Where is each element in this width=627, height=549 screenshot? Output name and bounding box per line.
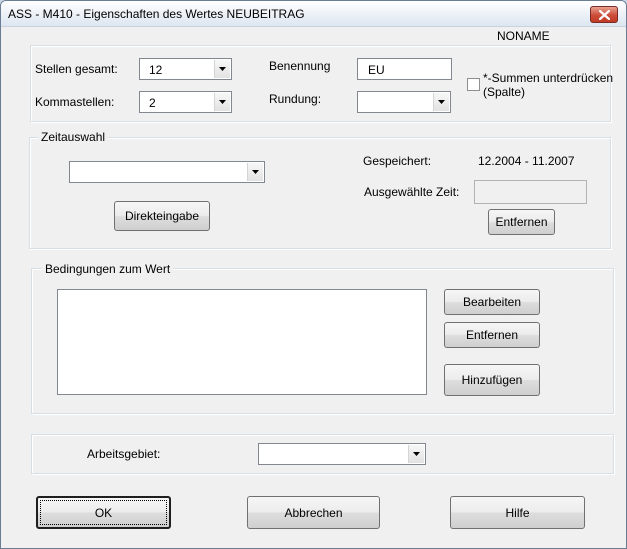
stellen-gesamt-value: 12 xyxy=(149,63,163,77)
direkteingabe-button[interactable]: Direkteingabe xyxy=(114,201,210,231)
zeit-entfernen-button[interactable]: Entfernen xyxy=(488,209,555,235)
hilfe-button[interactable]: Hilfe xyxy=(450,496,585,529)
arbeitsgebiet-dropdown-button[interactable] xyxy=(408,445,424,463)
window-title: ASS - M410 - Eigenschaften des Wertes NE… xyxy=(8,7,305,21)
kommastellen-combo[interactable]: 2 xyxy=(139,91,232,113)
stellen-gesamt-combo[interactable]: 12 xyxy=(139,58,232,80)
rundung-label: Rundung: xyxy=(269,92,322,106)
arbeitsgebiet-combo[interactable] xyxy=(258,443,426,465)
dialog-client-area: NONAME Stellen gesamt: 12 Kommastellen: … xyxy=(1,28,626,548)
ok-button[interactable]: OK xyxy=(36,496,171,529)
benennung-label: Benennung xyxy=(269,59,331,73)
abbrechen-button[interactable]: Abbrechen xyxy=(247,496,380,529)
title-bar[interactable]: ASS - M410 - Eigenschaften des Wertes NE… xyxy=(1,1,626,27)
kommastellen-label: Kommastellen: xyxy=(35,95,115,109)
dropdown-arrow-icon xyxy=(219,100,226,104)
zeitauswahl-dropdown-button[interactable] xyxy=(247,163,263,181)
ausgewaehlte-zeit-field xyxy=(474,180,587,204)
dropdown-arrow-icon xyxy=(252,170,259,174)
rundung-dropdown-button[interactable] xyxy=(433,93,449,111)
dropdown-arrow-icon xyxy=(413,452,420,456)
bedingung-entfernen-button[interactable]: Entfernen xyxy=(444,322,540,348)
close-icon xyxy=(599,10,610,20)
zeitauswahl-title: Zeitauswahl xyxy=(38,130,109,144)
stellen-gesamt-label: Stellen gesamt: xyxy=(35,62,118,76)
summen-unterdruecken-label-line2: (Spalte) xyxy=(483,85,526,99)
kommastellen-value: 2 xyxy=(149,96,156,110)
ausgewaehlte-zeit-label: Ausgewählte Zeit: xyxy=(364,185,460,199)
bedingungen-list[interactable] xyxy=(57,289,427,395)
hinzufuegen-button[interactable]: Hinzufügen xyxy=(444,364,540,396)
bedingungen-title: Bedingungen zum Wert xyxy=(42,262,174,276)
dialog-window: ASS - M410 - Eigenschaften des Wertes NE… xyxy=(0,0,627,549)
gespeichert-value: 12.2004 - 11.2007 xyxy=(478,154,575,168)
stellen-gesamt-dropdown-button[interactable] xyxy=(214,60,230,78)
benennung-value: EU xyxy=(368,63,385,77)
arbeitsgebiet-label: Arbeitsgebiet: xyxy=(87,447,161,461)
ok-button-focus-rect xyxy=(40,500,167,525)
bearbeiten-button[interactable]: Bearbeiten xyxy=(444,289,540,315)
dropdown-arrow-icon xyxy=(438,100,445,104)
benennung-input[interactable]: EU xyxy=(357,58,452,80)
close-button[interactable] xyxy=(590,6,618,23)
zeitauswahl-combo[interactable] xyxy=(69,161,265,183)
gespeichert-label: Gespeichert: xyxy=(363,154,432,168)
noname-label: NONAME xyxy=(497,29,550,43)
kommastellen-dropdown-button[interactable] xyxy=(214,93,230,111)
summen-unterdruecken-checkbox[interactable] xyxy=(467,78,480,91)
dropdown-arrow-icon xyxy=(219,67,226,71)
summen-unterdruecken-label-line1: *-Summen unterdrücken xyxy=(483,71,614,85)
rundung-combo[interactable] xyxy=(357,91,451,113)
